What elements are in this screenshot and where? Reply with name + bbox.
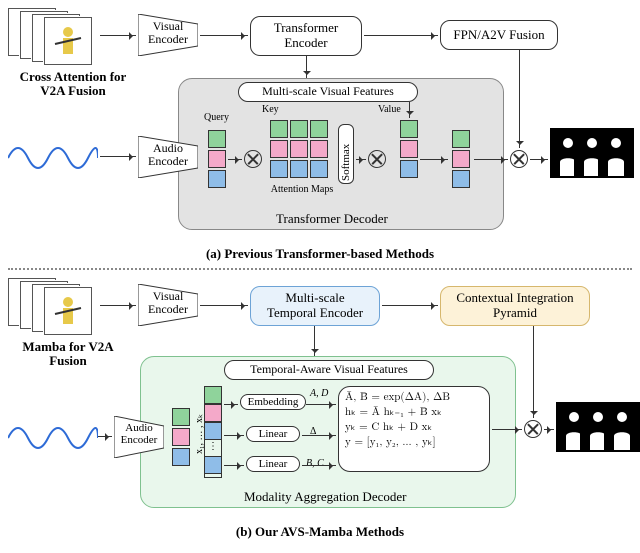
token <box>400 160 418 178</box>
eq-line-3: yₖ = C hₖ + D xₖ <box>345 421 483 436</box>
eq-line-2: hₖ = Ā hₖ₋₁ + B̄ xₖ <box>345 406 483 421</box>
linear-box-2: Linear <box>246 456 300 472</box>
linear-box-1: Linear <box>246 426 300 442</box>
sequence-label: x₁, … , xₖ <box>194 392 205 476</box>
visual-encoder-label-b: VisualEncoder <box>138 290 198 316</box>
embedding-box: Embedding <box>240 394 306 410</box>
contextual-integration-pyramid: Contextual IntegrationPyramid <box>440 286 590 326</box>
arrow-icon <box>228 159 242 160</box>
token <box>400 120 418 138</box>
token <box>270 120 288 138</box>
arrow-icon <box>519 50 520 148</box>
audio-encoder-b: AudioEncoder <box>114 416 164 458</box>
otimes-icon <box>244 150 262 168</box>
ssm-equations: Ā, B̄ = exp(ΔA), ΔB hₖ = Ā hₖ₋₁ + B̄ xₖ … <box>338 386 490 472</box>
arrow-icon <box>533 326 534 418</box>
visual-encoder-label-a: VisualEncoder <box>138 20 198 46</box>
token <box>400 140 418 158</box>
fusion-label-a: Cross Attention forV2A Fusion <box>8 70 138 99</box>
sequence-column: ⋮ <box>204 386 222 478</box>
eq-line-1: Ā, B̄ = exp(ΔA), ΔB <box>345 391 483 406</box>
attention-maps-label: Attention Maps <box>262 184 342 195</box>
value-label: Value <box>378 104 401 115</box>
audio-waveform-b <box>8 418 98 458</box>
token <box>310 160 328 178</box>
token <box>310 120 328 138</box>
token <box>172 408 190 426</box>
arrow-icon <box>409 102 410 118</box>
caption-b: (b) Our AVS-Mamba Methods <box>8 524 632 540</box>
audio-waveform-a <box>8 138 98 178</box>
otimes-icon <box>524 420 542 438</box>
token <box>270 160 288 178</box>
temporal-encoder: Multi-scaleTemporal Encoder <box>250 286 380 326</box>
arrow-icon <box>306 56 307 78</box>
ad-label: A, D <box>310 388 328 399</box>
multiscale-features: Multi-scale Visual Features <box>238 82 418 102</box>
fpn-fusion: FPN/A2V Fusion <box>440 20 558 50</box>
arrow-icon <box>306 404 336 405</box>
token <box>208 150 226 168</box>
key-label: Key <box>262 104 279 115</box>
otimes-icon <box>368 150 386 168</box>
token <box>290 120 308 138</box>
arrow-icon <box>544 429 554 430</box>
arrow-icon <box>492 429 522 430</box>
token <box>452 170 470 188</box>
arrow-icon <box>224 435 244 436</box>
arrow-icon <box>474 159 508 160</box>
audio-encoder-label-a: AudioEncoder <box>138 142 198 168</box>
token <box>208 170 226 188</box>
eq-line-4: y = [y₁, y₂, … , yₖ] <box>345 436 483 451</box>
arrow-icon <box>314 326 315 356</box>
arrow-icon <box>100 156 136 157</box>
token <box>310 140 328 158</box>
panel-b: Mamba for V2AFusion VisualEncoder Multi-… <box>8 278 632 543</box>
token <box>452 130 470 148</box>
visual-encoder-b: VisualEncoder <box>138 284 198 326</box>
audio-encoder-a: AudioEncoder <box>138 136 198 178</box>
token <box>172 448 190 466</box>
arrow-icon <box>98 436 112 437</box>
video-frames <box>8 8 98 66</box>
token <box>270 140 288 158</box>
arrow-icon <box>364 35 438 36</box>
panel-a: Cross Attention forV2A Fusion VisualEnco… <box>8 8 632 264</box>
token <box>290 160 308 178</box>
decoder-label-b: Modality Aggregation Decoder <box>244 490 406 504</box>
softmax-box: Softmax <box>338 124 354 184</box>
arrow-icon <box>200 305 248 306</box>
token <box>172 428 190 446</box>
token <box>290 140 308 158</box>
audio-encoder-label-b: AudioEncoder <box>114 422 164 446</box>
transformer-encoder: TransformerEncoder <box>250 16 362 56</box>
arrow-icon <box>302 435 336 436</box>
arrow-icon <box>224 465 244 466</box>
arrow-icon <box>100 305 136 306</box>
arrow-icon <box>530 159 548 160</box>
arrow-icon <box>100 35 136 36</box>
decoder-label-a: Transformer Decoder <box>276 212 388 226</box>
separator <box>8 268 632 270</box>
video-frames <box>8 278 98 336</box>
fusion-label-b: Mamba for V2AFusion <box>8 340 128 369</box>
query-label: Query <box>204 112 229 123</box>
arrow-icon <box>382 305 438 306</box>
visual-encoder-a: VisualEncoder <box>138 14 198 56</box>
arrow-icon <box>224 404 238 405</box>
otimes-icon <box>510 150 528 168</box>
caption-a: (a) Previous Transformer-based Methods <box>8 246 632 262</box>
mask-output <box>598 128 634 178</box>
arrow-icon <box>200 35 248 36</box>
temporal-aware-features: Temporal-Aware Visual Features <box>224 360 434 380</box>
token <box>208 130 226 148</box>
mask-output <box>604 402 640 452</box>
bc-label: B, C <box>306 458 324 469</box>
arrow-icon <box>420 159 448 160</box>
arrow-icon <box>356 159 366 160</box>
token <box>452 150 470 168</box>
arrow-icon <box>302 465 336 466</box>
